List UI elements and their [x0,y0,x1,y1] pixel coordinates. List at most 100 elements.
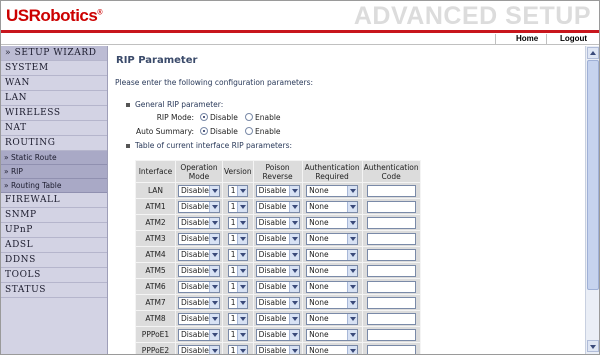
sidebar-item-system[interactable]: SYSTEM [1,61,107,76]
chevron-down-icon[interactable] [236,201,247,212]
operation-mode-select[interactable]: Disable [178,280,220,293]
chevron-down-icon[interactable] [347,297,358,308]
chevron-down-icon[interactable] [209,345,219,354]
chevron-down-icon[interactable] [236,249,247,260]
poison-reverse-select[interactable]: Disable [255,328,300,341]
scroll-down-icon[interactable] [587,340,599,352]
logout-link[interactable]: Logout [560,33,587,44]
chevron-down-icon[interactable] [288,329,299,340]
auth-code-input[interactable] [366,200,416,213]
auth-required-select[interactable]: None [306,216,359,229]
chevron-down-icon[interactable] [288,313,299,324]
version-select[interactable]: 1 [227,200,248,213]
version-select[interactable]: 1 [227,248,248,261]
operation-mode-select[interactable]: Disable [178,200,220,213]
chevron-down-icon[interactable] [236,329,247,340]
auth-required-select[interactable]: None [306,184,359,197]
version-select[interactable]: 1 [227,232,248,245]
sidebar-subitem-static-route[interactable]: » Static Route [1,151,107,165]
auth-code-input[interactable] [366,344,416,354]
chevron-down-icon[interactable] [288,233,299,244]
radio-icon[interactable] [245,113,253,121]
auth-required-select[interactable]: None [306,232,359,245]
rip-mode-enable-option[interactable]: Enable [245,113,281,122]
auth-required-select[interactable]: None [306,200,359,213]
operation-mode-select[interactable]: Disable [178,296,220,309]
sidebar-subitem-routing-table[interactable]: » Routing Table [1,179,107,193]
chevron-down-icon[interactable] [347,185,358,196]
chevron-down-icon[interactable] [288,185,299,196]
auto-summary-disable-option[interactable]: Disable [200,127,238,136]
poison-reverse-select[interactable]: Disable [255,264,300,277]
operation-mode-select[interactable]: Disable [178,344,220,354]
scroll-up-icon[interactable] [587,47,599,59]
version-select[interactable]: 1 [227,344,248,354]
chevron-down-icon[interactable] [347,217,358,228]
sidebar-item-routing[interactable]: ROUTING [1,136,107,151]
sidebar-item-firewall[interactable]: FIREWALL [1,193,107,208]
sidebar-item-adsl[interactable]: ADSL [1,238,107,253]
chevron-down-icon[interactable] [347,249,358,260]
auth-code-input[interactable] [366,312,416,325]
poison-reverse-select[interactable]: Disable [255,184,300,197]
auth-code-input[interactable] [366,296,416,309]
chevron-down-icon[interactable] [236,281,247,292]
chevron-down-icon[interactable] [288,217,299,228]
chevron-down-icon[interactable] [236,185,247,196]
poison-reverse-select[interactable]: Disable [255,280,300,293]
sidebar-item-lan[interactable]: LAN [1,91,107,106]
sidebar-item-ddns[interactable]: DDNS [1,253,107,268]
chevron-down-icon[interactable] [288,297,299,308]
chevron-down-icon[interactable] [209,249,219,260]
sidebar-item-upnp[interactable]: UPnP [1,223,107,238]
chevron-down-icon[interactable] [236,313,247,324]
auth-required-select[interactable]: None [306,296,359,309]
chevron-down-icon[interactable] [236,233,247,244]
auth-required-select[interactable]: None [306,312,359,325]
chevron-down-icon[interactable] [236,265,247,276]
chevron-down-icon[interactable] [288,249,299,260]
auth-code-input[interactable] [366,232,416,245]
chevron-down-icon[interactable] [347,345,358,354]
version-select[interactable]: 1 [227,328,248,341]
operation-mode-select[interactable]: Disable [178,264,220,277]
chevron-down-icon[interactable] [288,345,299,354]
chevron-down-icon[interactable] [347,233,358,244]
sidebar-item-wireless[interactable]: WIRELESS [1,106,107,121]
sidebar-subitem-rip[interactable]: » RIP [1,165,107,179]
poison-reverse-select[interactable]: Disable [255,248,300,261]
auth-required-select[interactable]: None [306,248,359,261]
poison-reverse-select[interactable]: Disable [255,216,300,229]
chevron-down-icon[interactable] [209,281,219,292]
vertical-scrollbar[interactable] [585,46,599,354]
operation-mode-select[interactable]: Disable [178,312,220,325]
chevron-down-icon[interactable] [209,217,219,228]
auth-required-select[interactable]: None [306,264,359,277]
chevron-down-icon[interactable] [347,281,358,292]
version-select[interactable]: 1 [227,296,248,309]
operation-mode-select[interactable]: Disable [178,216,220,229]
poison-reverse-select[interactable]: Disable [255,312,300,325]
auth-required-select[interactable]: None [306,280,359,293]
chevron-down-icon[interactable] [236,217,247,228]
chevron-down-icon[interactable] [209,329,219,340]
sidebar-item-snmp[interactable]: SNMP [1,208,107,223]
poison-reverse-select[interactable]: Disable [255,200,300,213]
operation-mode-select[interactable]: Disable [178,184,220,197]
chevron-down-icon[interactable] [209,185,219,196]
auth-code-input[interactable] [366,184,416,197]
auth-code-input[interactable] [366,264,416,277]
operation-mode-select[interactable]: Disable [178,232,220,245]
version-select[interactable]: 1 [227,264,248,277]
radio-selected-icon[interactable] [200,127,208,135]
chevron-down-icon[interactable] [347,201,358,212]
chevron-down-icon[interactable] [347,313,358,324]
chevron-down-icon[interactable] [209,297,219,308]
auth-required-select[interactable]: None [306,344,359,354]
operation-mode-select[interactable]: Disable [178,248,220,261]
poison-reverse-select[interactable]: Disable [255,232,300,245]
chevron-down-icon[interactable] [209,233,219,244]
chevron-down-icon[interactable] [288,201,299,212]
chevron-down-icon[interactable] [347,329,358,340]
chevron-down-icon[interactable] [236,345,247,354]
